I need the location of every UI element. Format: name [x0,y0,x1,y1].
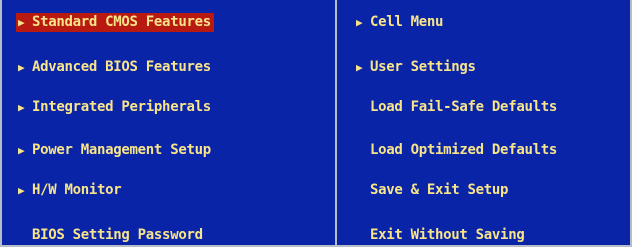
submenu-arrow-icon: ▶ [18,16,25,29]
menu-item-label: User Settings [370,59,476,75]
menu-item-cell-menu[interactable]: ▶ Cell Menu [354,13,446,32]
menu-item-integrated-peripherals[interactable]: ▶ Integrated Peripherals [16,98,214,117]
menu-item-label: Integrated Peripherals [32,99,211,115]
menu-item-user-settings[interactable]: ▶ User Settings [354,58,479,77]
menu-item-label: H/W Monitor [32,182,122,198]
bios-setup-main-menu: ▶ Standard CMOS Features ▶ Advanced BIOS F… [0,0,632,247]
menu-item-load-fail-safe-defaults[interactable]: Load Fail-Safe Defaults [354,98,560,117]
submenu-arrow-icon: ▶ [18,61,25,74]
menu-item-label: Save & Exit Setup [370,182,509,198]
menu-item-label: Exit Without Saving [370,227,525,243]
menu-item-label: Standard CMOS Features [32,14,211,30]
submenu-arrow-icon: ▶ [18,184,25,197]
menu-item-advanced-bios-features[interactable]: ▶ Advanced BIOS Features [16,58,214,77]
menu-item-label: Advanced BIOS Features [32,59,211,75]
menu-item-label: Load Optimized Defaults [370,142,557,158]
menu-item-bios-setting-password[interactable]: BIOS Setting Password [16,226,206,245]
menu-item-exit-without-saving[interactable]: Exit Without Saving [354,226,527,245]
menu-item-standard-cmos-features[interactable]: ▶ Standard CMOS Features [16,13,214,32]
menu-item-label: Cell Menu [370,14,444,30]
menu-item-save-exit-setup[interactable]: Save & Exit Setup [354,181,511,200]
menu-item-label: BIOS Setting Password [32,227,203,243]
menu-item-hw-monitor[interactable]: ▶ H/W Monitor [16,181,124,200]
submenu-arrow-icon: ▶ [18,101,25,114]
submenu-arrow-icon: ▶ [18,144,25,157]
submenu-arrow-icon: ▶ [356,61,363,74]
menu-item-power-management-setup[interactable]: ▶ Power Management Setup [16,141,214,160]
menu-item-label: Power Management Setup [32,142,211,158]
submenu-arrow-icon: ▶ [356,16,363,29]
menu-item-label: Load Fail-Safe Defaults [370,99,557,115]
menu-item-load-optimized-defaults[interactable]: Load Optimized Defaults [354,141,560,160]
column-divider [335,0,337,245]
